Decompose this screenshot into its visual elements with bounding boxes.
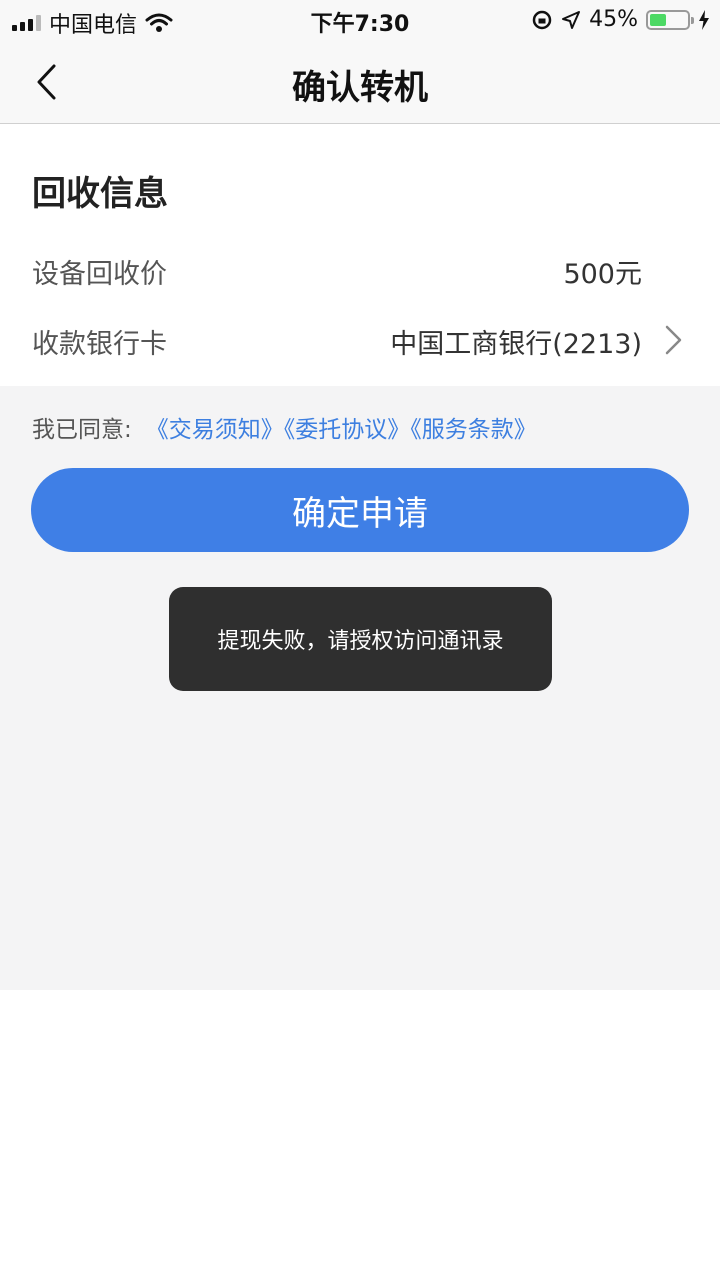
location-icon xyxy=(562,10,581,29)
link-trade-notice[interactable]: 《交易须知》 xyxy=(146,417,284,443)
battery-percent: 45% xyxy=(589,7,638,32)
screen: 中国电信 下午7:30 45% 确认转机 回收信息 设备回收价 500元 收款银… xyxy=(0,0,720,1280)
bank-label: 收款银行卡 xyxy=(32,329,167,360)
rotation-lock-icon xyxy=(532,10,552,29)
price-row: 设备回收价 500元 xyxy=(32,244,690,294)
confirm-apply-button[interactable]: 确定申请 xyxy=(31,468,689,552)
page-title: 确认转机 xyxy=(292,68,428,108)
section-title: 回收信息 xyxy=(32,174,168,214)
charging-bolt-icon xyxy=(699,9,709,30)
status-right: 45% xyxy=(531,7,710,32)
nav-bar: 确认转机 xyxy=(0,40,720,124)
agreement-line: 我已同意: 《交易须知》《委托协议》《服务条款》 xyxy=(32,410,537,444)
bank-value: 中国工商银行(2213) xyxy=(390,329,642,360)
bank-card-row[interactable]: 收款银行卡 中国工商银行(2213) xyxy=(32,314,690,364)
price-value: 500元 xyxy=(563,259,642,290)
link-entrust-agreement[interactable]: 《委托协议》 xyxy=(284,417,411,443)
recycle-info-card: 回收信息 设备回收价 500元 收款银行卡 中国工商银行(2213) xyxy=(0,124,720,386)
price-label: 设备回收价 xyxy=(32,259,167,290)
battery-fill xyxy=(650,13,667,26)
chevron-right-icon xyxy=(665,325,682,355)
toast-message: 提现失败，请授权访问通讯录 xyxy=(169,587,552,691)
link-service-terms[interactable]: 《服务条款》 xyxy=(410,417,537,443)
battery-icon xyxy=(646,9,694,30)
status-bar: 中国电信 下午7:30 45% xyxy=(0,0,720,40)
content-area: 我已同意: 《交易须知》《委托协议》《服务条款》 确定申请 提现失败，请授权访问通… xyxy=(0,386,720,990)
agreement-label: 我已同意: xyxy=(32,417,132,443)
